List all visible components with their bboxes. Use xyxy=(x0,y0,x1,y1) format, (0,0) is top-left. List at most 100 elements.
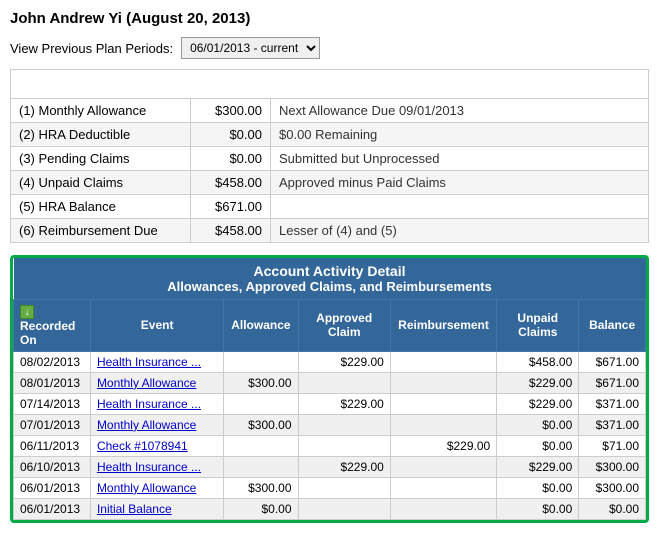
activity-date: 07/14/2013 xyxy=(14,393,91,414)
activity-main-title: Account Activity Detail xyxy=(18,263,642,279)
activity-event[interactable]: Health Insurance ... xyxy=(90,393,223,414)
activity-detail-box: Account Activity Detail Allowances, Appr… xyxy=(10,255,649,523)
activity-row: 07/01/2013 Monthly Allowance $300.00 $0.… xyxy=(14,414,646,435)
activity-balance: $300.00 xyxy=(579,477,646,498)
summary-row: (3) Pending Claims $0.00 Submitted but U… xyxy=(11,147,649,171)
summary-row: (1) Monthly Allowance $300.00 Next Allow… xyxy=(11,99,649,123)
col-header-date: ↓ Recorded On xyxy=(14,300,91,352)
activity-allowance xyxy=(224,435,298,456)
activity-reimbursement xyxy=(390,456,496,477)
activity-event[interactable]: Monthly Allowance xyxy=(90,414,223,435)
activity-row: 08/02/2013 Health Insurance ... $229.00 … xyxy=(14,351,646,372)
activity-row: 08/01/2013 Monthly Allowance $300.00 $22… xyxy=(14,372,646,393)
activity-date: 08/02/2013 xyxy=(14,351,91,372)
summary-row: (4) Unpaid Claims $458.00 Approved minus… xyxy=(11,171,649,195)
activity-allowance: $0.00 xyxy=(224,498,298,519)
activity-balance: $0.00 xyxy=(579,498,646,519)
summary-label: (1) Monthly Allowance xyxy=(11,99,191,123)
activity-reimbursement xyxy=(390,498,496,519)
col-header-approved: Approved Claim xyxy=(298,300,390,352)
summary-note: Approved minus Paid Claims xyxy=(271,171,649,195)
activity-col-headers: ↓ Recorded On Event Allowance Approved C… xyxy=(14,300,646,352)
activity-sub-title: Allowances, Approved Claims, and Reimbur… xyxy=(18,279,642,294)
activity-event[interactable]: Health Insurance ... xyxy=(90,351,223,372)
activity-date: 08/01/2013 xyxy=(14,372,91,393)
summary-note xyxy=(271,195,649,219)
activity-reimbursement xyxy=(390,372,496,393)
activity-allowance: $300.00 xyxy=(224,372,298,393)
activity-reimbursement xyxy=(390,414,496,435)
activity-unpaid: $0.00 xyxy=(497,498,579,519)
activity-date: 06/01/2013 xyxy=(14,477,91,498)
activity-unpaid: $229.00 xyxy=(497,456,579,477)
summary-label: (2) HRA Deductible xyxy=(11,123,191,147)
activity-balance: $371.00 xyxy=(579,414,646,435)
col-header-allowance: Allowance xyxy=(224,300,298,352)
activity-row: 07/14/2013 Health Insurance ... $229.00 … xyxy=(14,393,646,414)
activity-row: 06/01/2013 Initial Balance $0.00 $0.00 $… xyxy=(14,498,646,519)
activity-date: 06/01/2013 xyxy=(14,498,91,519)
activity-balance: $671.00 xyxy=(579,351,646,372)
summary-value: $0.00 xyxy=(191,123,271,147)
activity-approved: $229.00 xyxy=(298,351,390,372)
activity-event[interactable]: Initial Balance xyxy=(90,498,223,519)
activity-balance: $300.00 xyxy=(579,456,646,477)
activity-approved xyxy=(298,477,390,498)
activity-approved xyxy=(298,498,390,519)
col-header-event: Event xyxy=(90,300,223,352)
activity-allowance xyxy=(224,351,298,372)
account-summary-table: Account Summary (1) Monthly Allowance $3… xyxy=(10,69,649,243)
activity-approved: $229.00 xyxy=(298,456,390,477)
activity-approved xyxy=(298,435,390,456)
summary-header: Account Summary xyxy=(11,70,649,99)
activity-reimbursement xyxy=(390,393,496,414)
activity-reimbursement xyxy=(390,477,496,498)
summary-label: (6) Reimbursement Due xyxy=(11,219,191,243)
activity-allowance: $300.00 xyxy=(224,414,298,435)
summary-row: (2) HRA Deductible $0.00 $0.00 Remaining xyxy=(11,123,649,147)
activity-unpaid: $0.00 xyxy=(497,435,579,456)
activity-approved xyxy=(298,414,390,435)
summary-value: $458.00 xyxy=(191,219,271,243)
activity-unpaid: $0.00 xyxy=(497,477,579,498)
activity-allowance: $300.00 xyxy=(224,477,298,498)
col-header-unpaid: Unpaid Claims xyxy=(497,300,579,352)
activity-row: 06/10/2013 Health Insurance ... $229.00 … xyxy=(14,456,646,477)
activity-event[interactable]: Monthly Allowance xyxy=(90,477,223,498)
summary-note: Lesser of (4) and (5) xyxy=(271,219,649,243)
period-select[interactable]: 06/01/2013 - current xyxy=(181,37,320,59)
activity-approved xyxy=(298,372,390,393)
activity-balance: $671.00 xyxy=(579,372,646,393)
summary-value: $671.00 xyxy=(191,195,271,219)
sort-icon[interactable]: ↓ xyxy=(20,305,34,319)
summary-note: Next Allowance Due 09/01/2013 xyxy=(271,99,649,123)
view-period-label: View Previous Plan Periods: xyxy=(10,41,173,56)
summary-note: Submitted but Unprocessed xyxy=(271,147,649,171)
col-header-reimbursement: Reimbursement xyxy=(390,300,496,352)
summary-value: $0.00 xyxy=(191,147,271,171)
activity-reimbursement xyxy=(390,351,496,372)
activity-date: 07/01/2013 xyxy=(14,414,91,435)
activity-unpaid: $229.00 xyxy=(497,372,579,393)
activity-allowance xyxy=(224,456,298,477)
activity-row: 06/01/2013 Monthly Allowance $300.00 $0.… xyxy=(14,477,646,498)
activity-balance: $71.00 xyxy=(579,435,646,456)
activity-date: 06/11/2013 xyxy=(14,435,91,456)
activity-event[interactable]: Check #1078941 xyxy=(90,435,223,456)
activity-unpaid: $229.00 xyxy=(497,393,579,414)
activity-event[interactable]: Health Insurance ... xyxy=(90,456,223,477)
summary-note: $0.00 Remaining xyxy=(271,123,649,147)
activity-unpaid: $0.00 xyxy=(497,414,579,435)
activity-approved: $229.00 xyxy=(298,393,390,414)
summary-label: (4) Unpaid Claims xyxy=(11,171,191,195)
activity-balance: $371.00 xyxy=(579,393,646,414)
summary-row: (5) HRA Balance $671.00 xyxy=(11,195,649,219)
activity-table: Account Activity Detail Allowances, Appr… xyxy=(13,258,646,520)
activity-reimbursement: $229.00 xyxy=(390,435,496,456)
activity-date: 06/10/2013 xyxy=(14,456,91,477)
activity-row: 06/11/2013 Check #1078941 $229.00 $0.00 … xyxy=(14,435,646,456)
col-header-balance: Balance xyxy=(579,300,646,352)
activity-event[interactable]: Monthly Allowance xyxy=(90,372,223,393)
activity-unpaid: $458.00 xyxy=(497,351,579,372)
activity-allowance xyxy=(224,393,298,414)
